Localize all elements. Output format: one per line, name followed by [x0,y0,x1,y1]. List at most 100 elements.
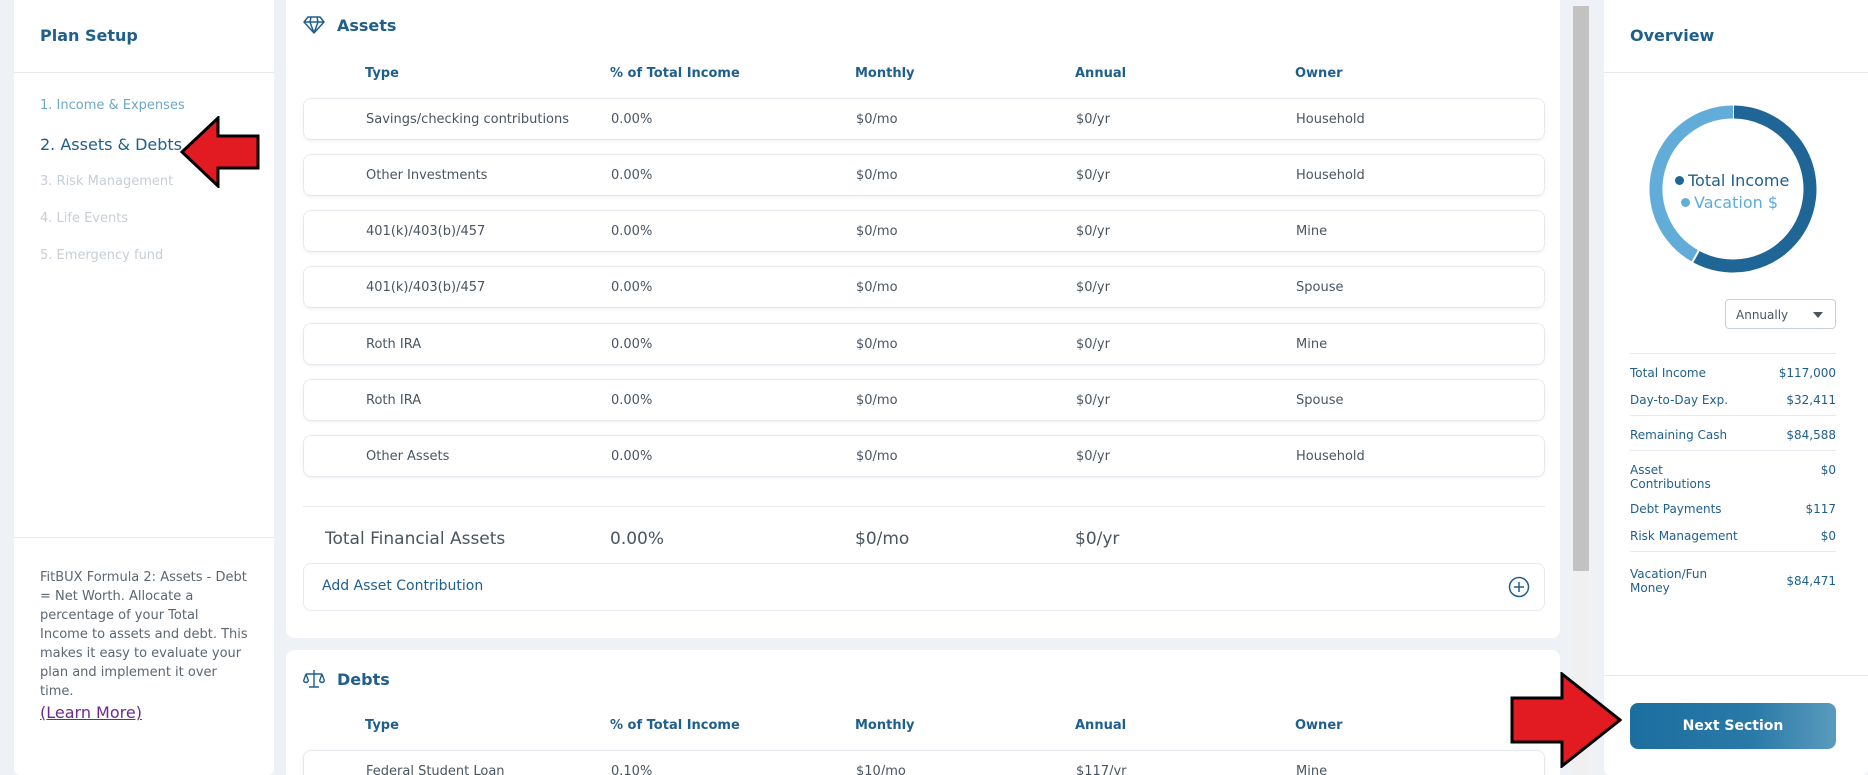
step-life-events[interactable]: 4. Life Events [40,211,274,248]
total-label: Total Financial Assets [325,529,506,549]
row-type: Federal Student Loan [366,764,505,775]
stat-label: Vacation/Fun Money [1630,567,1708,595]
row-pct: 0.10% [611,764,653,775]
stat-value: $0 [1820,463,1836,477]
row-type: Other Investments [366,168,488,183]
row-pct: 0.00% [611,224,653,239]
table-row[interactable]: Other Investments 0.00% $0/mo $0/yr Hous… [303,154,1545,196]
table-row[interactable]: Roth IRA 0.00% $0/mo $0/yr Mine [303,323,1545,365]
scale-icon [303,670,325,688]
row-owner: Mine [1296,764,1328,775]
legend-vacation: Vacation $ [1675,192,1789,214]
total-annual: $0/yr [1075,529,1120,549]
learn-more-link[interactable]: (Learn More) [40,703,142,722]
row-annual: $0/yr [1076,449,1110,464]
col-annual: Annual [1075,718,1127,733]
col-annual: Annual [1075,66,1127,81]
stat-vacation-fun: Vacation/Fun Money $84,471 [1630,564,1836,598]
row-annual: $117/yr [1076,764,1127,775]
row-monthly: $0/mo [856,449,898,464]
period-select[interactable]: Annually [1725,299,1836,329]
row-monthly: $0/mo [856,168,898,183]
donut-legend: Total Income Vacation $ [1675,170,1789,214]
table-row[interactable]: Roth IRA 0.00% $0/mo $0/yr Spouse [303,379,1545,421]
assets-column-headers: Type % of Total Income Monthly Annual Ow… [286,66,1560,86]
stat-label: Debt Payments [1630,502,1722,516]
overview-title: Overview [1604,0,1868,73]
row-annual: $0/yr [1076,224,1110,239]
stat-value: $84,588 [1786,428,1836,442]
legend-dot-icon [1675,176,1684,185]
stat-value: $84,471 [1786,574,1836,588]
table-row[interactable]: Other Assets 0.00% $0/mo $0/yr Household [303,435,1545,477]
row-owner: Spouse [1296,393,1344,408]
next-section-button[interactable]: Next Section [1630,703,1836,749]
row-annual: $0/yr [1076,280,1110,295]
total-monthly: $0/mo [855,529,910,549]
col-owner: Owner [1295,718,1343,733]
col-type: Type [365,66,399,81]
stat-day-to-day: Day-to-Day Exp. $32,411 [1630,393,1836,415]
legend-total-income: Total Income [1675,170,1789,192]
row-type: Roth IRA [366,337,422,352]
debts-column-headers: Type % of Total Income Monthly Annual Ow… [286,718,1560,738]
stat-risk-management: Risk Management $0 [1630,529,1836,551]
formula-text: FitBUX Formula 2: Assets - Debt = Net Wo… [40,570,248,699]
overview-stats: Total Income $117,000 Day-to-Day Exp. $3… [1630,353,1836,598]
total-financial-assets-row: Total Financial Assets 0.00% $0/mo $0/yr [303,506,1545,564]
row-annual: $0/yr [1076,393,1110,408]
row-monthly: $0/mo [856,280,898,295]
row-type: Savings/checking contributions [366,112,570,127]
debts-header: Debts [303,668,390,690]
row-monthly: $10/mo [856,764,906,775]
main-scrollbar[interactable] [1573,6,1589,775]
diamond-icon [303,16,325,34]
table-row[interactable]: 401(k)/403(b)/457 0.00% $0/mo $0/yr Mine [303,210,1545,252]
row-pct: 0.00% [611,112,653,127]
assets-header: Assets [303,15,396,35]
red-arrow-right-icon [1510,672,1622,768]
step-emergency-fund[interactable]: 5. Emergency fund [40,248,274,285]
row-owner: Spouse [1296,280,1344,295]
row-owner: Household [1296,449,1365,464]
row-type: Other Assets [366,449,450,464]
row-annual: $0/yr [1076,112,1110,127]
row-monthly: $0/mo [856,337,898,352]
add-asset-contribution-button[interactable]: Add Asset Contribution [303,563,1545,611]
add-asset-label: Add Asset Contribution [322,578,484,594]
stat-value: $117,000 [1778,366,1836,380]
stat-asset-contributions: Asset Contributions $0 [1630,463,1836,502]
row-annual: $0/yr [1076,168,1110,183]
stat-label: Total Income [1630,366,1706,380]
table-row[interactable]: Federal Student Loan 0.10% $10/mo $117/y… [303,750,1545,775]
total-pct: 0.00% [610,529,665,549]
row-pct: 0.00% [611,393,653,408]
stat-value: $0 [1820,529,1836,543]
row-pct: 0.00% [611,449,653,464]
assets-title: Assets [337,15,397,35]
row-monthly: $0/mo [856,393,898,408]
row-owner: Household [1296,112,1365,127]
table-row[interactable]: 401(k)/403(b)/457 0.00% $0/mo $0/yr Spou… [303,266,1545,308]
row-owner: Household [1296,168,1365,183]
plus-circle-icon[interactable] [1508,576,1530,598]
row-annual: $0/yr [1076,337,1110,352]
legend-label: Vacation $ [1694,193,1779,212]
row-type: 401(k)/403(b)/457 [366,224,486,239]
row-pct: 0.00% [611,168,653,183]
legend-label: Total Income [1688,171,1790,190]
col-owner: Owner [1295,66,1343,81]
overview-panel: Overview Total Income Vacation $ Annuall… [1604,0,1868,775]
stat-value: $32,411 [1786,393,1836,407]
sidebar-title: Plan Setup [14,0,274,73]
stat-debt-payments: Debt Payments $117 [1630,502,1836,529]
chevron-down-icon [1813,312,1823,318]
scrollbar-thumb[interactable] [1573,6,1589,571]
table-row[interactable]: Savings/checking contributions 0.00% $0/… [303,98,1545,140]
row-type: 401(k)/403(b)/457 [366,280,486,295]
row-owner: Mine [1296,224,1328,239]
row-monthly: $0/mo [856,112,898,127]
col-monthly: Monthly [855,718,915,733]
stat-label: Asset Contributions [1630,463,1711,491]
col-pct: % of Total Income [610,66,740,81]
